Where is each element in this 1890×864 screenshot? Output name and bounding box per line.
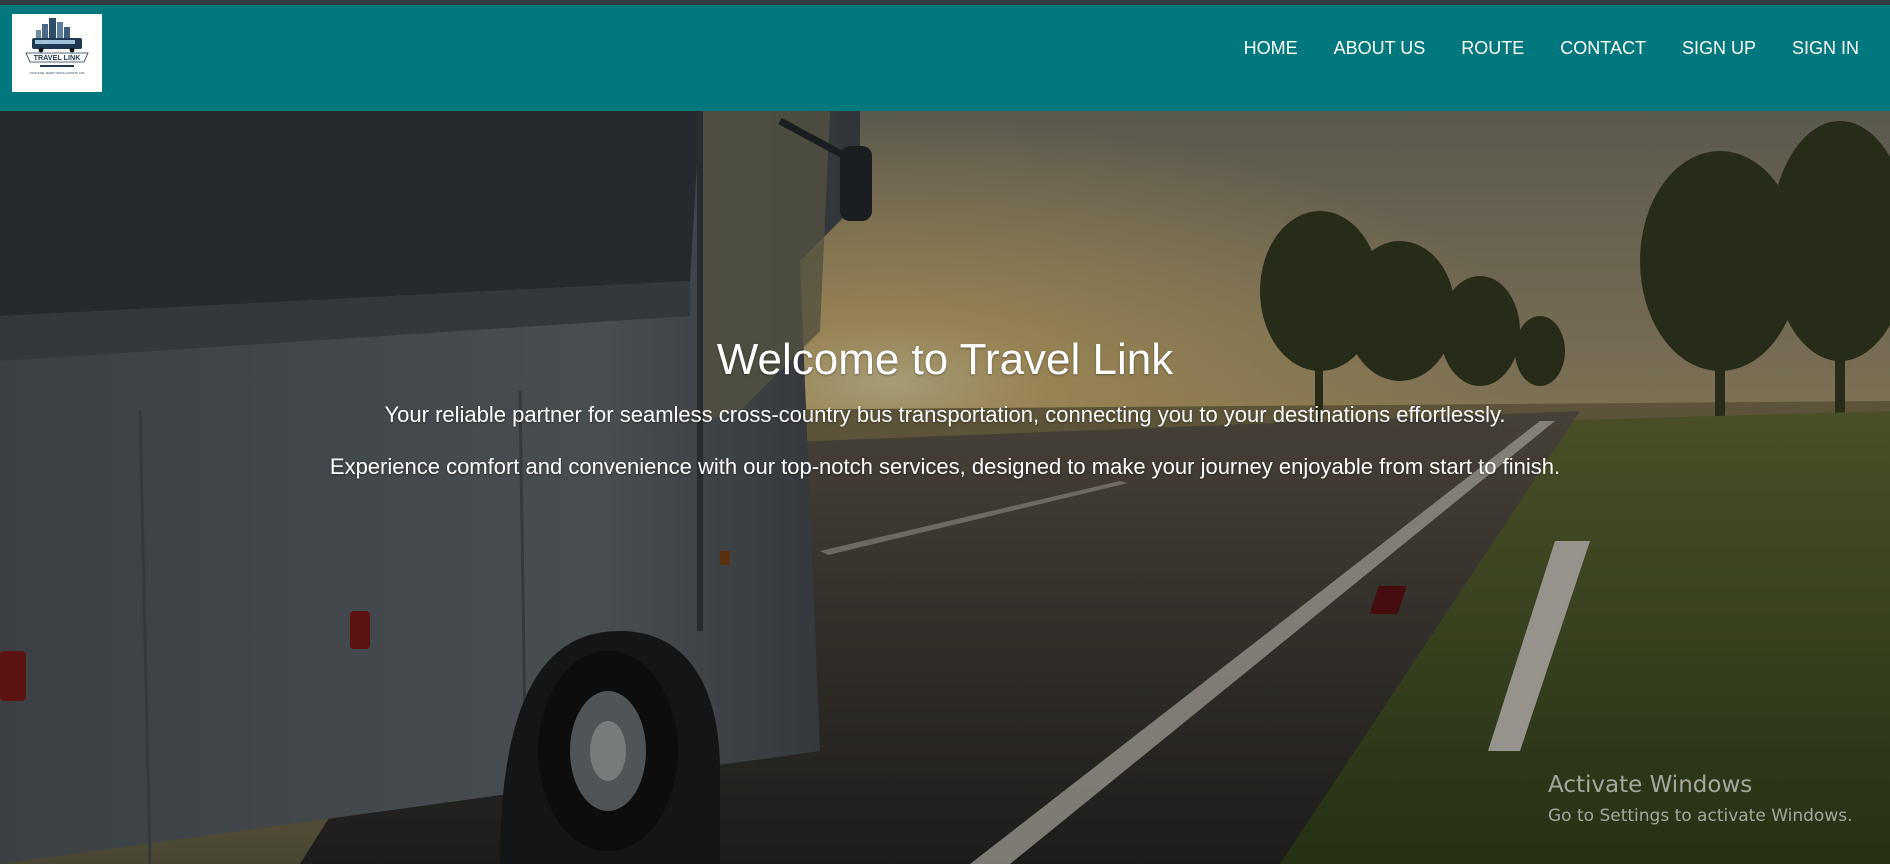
hero-dark-overlay [0, 111, 1890, 864]
hero-paragraph-1: Your reliable partner for seamless cross… [384, 402, 1506, 427]
hero-paragraph-2: Experience comfort and convenience with … [329, 454, 1561, 479]
hero-section: Welcome to Travel Link Your reliable par… [0, 111, 1890, 864]
navbar: TRAVEL LINK YOUR SAFE, SMART CROSS-COUNT… [0, 5, 1890, 111]
nav-about-us[interactable]: ABOUT US [1334, 32, 1426, 64]
site-logo[interactable]: TRAVEL LINK YOUR SAFE, SMART CROSS-COUNT… [12, 14, 102, 92]
nav-sign-in[interactable]: SIGN IN [1792, 32, 1859, 64]
activate-windows-watermark: Activate Windows Go to Settings to activ… [1548, 771, 1853, 829]
main-nav: HOME ABOUT US ROUTE CONTACT SIGN UP SIGN… [1208, 32, 1859, 64]
nav-home[interactable]: HOME [1244, 32, 1298, 64]
nav-contact[interactable]: CONTACT [1560, 32, 1646, 64]
hero-title: Welcome to Travel Link [716, 335, 1174, 384]
nav-route[interactable]: ROUTE [1461, 32, 1524, 64]
watermark-title: Activate Windows [1548, 772, 1753, 798]
page: TRAVEL LINK YOUR SAFE, SMART CROSS-COUNT… [0, 0, 1890, 864]
logo-brand-text: TRAVEL LINK [34, 53, 82, 62]
logo-tagline-text: YOUR SAFE, SMART CROSS-COUNTRY LINK [29, 71, 85, 75]
watermark-subtitle: Go to Settings to activate Windows. [1548, 806, 1853, 826]
nav-sign-up[interactable]: SIGN UP [1682, 32, 1756, 64]
bus-city-logo-icon: TRAVEL LINK YOUR SAFE, SMART CROSS-COUNT… [25, 18, 89, 75]
